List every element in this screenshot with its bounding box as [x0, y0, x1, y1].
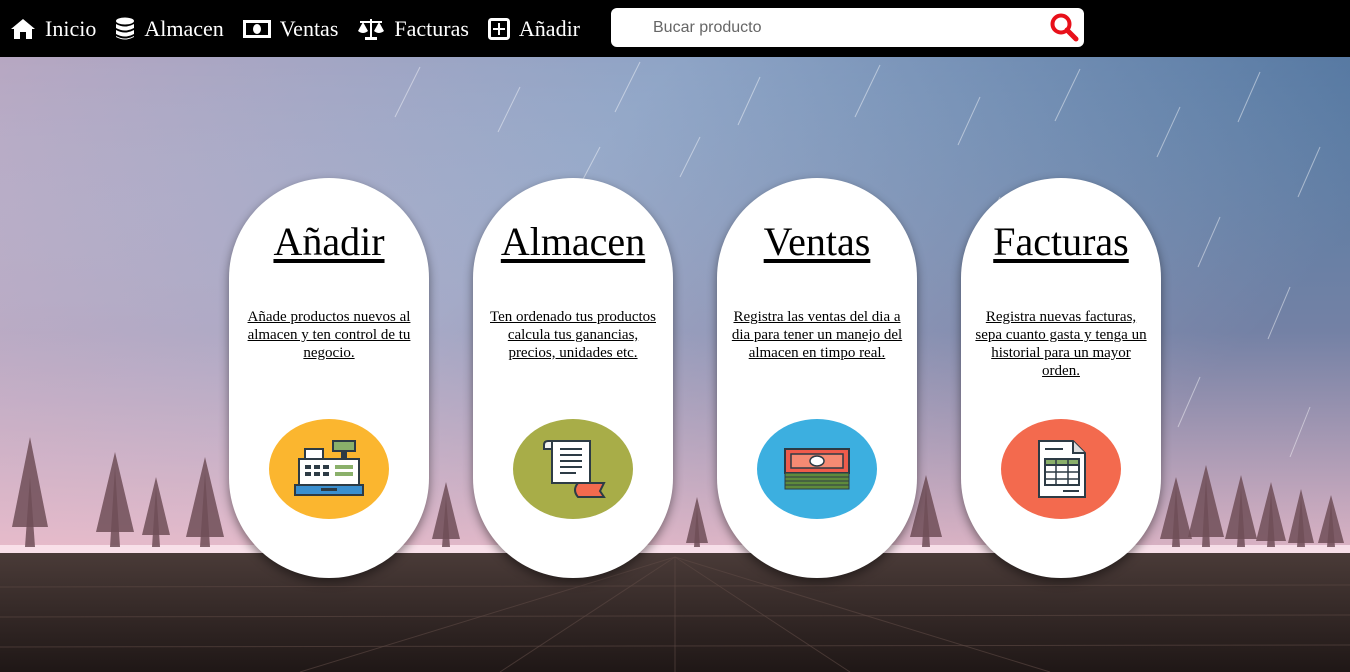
- receipt-icon: [543, 440, 606, 498]
- card-facturas[interactable]: Facturas Registra nuevas facturas, sepa …: [961, 178, 1161, 578]
- nav-item-label: Ventas: [279, 15, 339, 41]
- nav-item-anadir[interactable]: Añadir: [487, 0, 581, 57]
- nav-item-facturas[interactable]: Facturas: [357, 0, 469, 57]
- nav-item-label: Inicio: [45, 15, 97, 41]
- card-icon-badge[interactable]: [269, 419, 389, 519]
- money-stack-icon: [784, 448, 850, 490]
- card-ventas[interactable]: Ventas Registra las ventas del dia a dia…: [717, 178, 917, 578]
- nav-item-label: Almacen: [144, 15, 224, 41]
- card-icon-badge[interactable]: [513, 419, 633, 519]
- search-input[interactable]: [651, 11, 1035, 44]
- nav-item-almacen[interactable]: Almacen: [115, 0, 224, 57]
- balance-scale-icon: [358, 18, 385, 40]
- card-title[interactable]: Ventas: [717, 220, 917, 264]
- plus-square-icon: [487, 17, 510, 40]
- nav-item-ventas[interactable]: Ventas: [242, 0, 339, 57]
- invoice-sheet-icon: [1038, 440, 1086, 498]
- card-description[interactable]: Registra las ventas del dia a dia para t…: [729, 308, 905, 362]
- card-title[interactable]: Añadir: [229, 220, 429, 264]
- money-bill-icon: [242, 19, 271, 38]
- nav-item-label: Facturas: [394, 15, 469, 41]
- nav-item-label: Añadir: [518, 15, 581, 41]
- top-navbar: Inicio Almacen Ventas Facturas Añadir Bu…: [0, 0, 1350, 57]
- home-icon: [11, 18, 35, 39]
- nav-item-inicio[interactable]: Inicio: [10, 0, 96, 57]
- search-bar: [611, 8, 1084, 47]
- cash-register-icon: [294, 440, 364, 496]
- card-title[interactable]: Almacen: [473, 220, 673, 264]
- card-description[interactable]: Registra nuevas facturas, sepa cuanto ga…: [973, 308, 1149, 380]
- card-title[interactable]: Facturas: [961, 220, 1161, 264]
- search-button[interactable]: [1049, 12, 1079, 42]
- database-icon: [116, 17, 135, 39]
- card-description[interactable]: Ten ordenado tus productos calcula tus g…: [485, 308, 661, 362]
- card-anadir[interactable]: Añadir Añade productos nuevos al almacen…: [229, 178, 429, 578]
- card-icon-badge[interactable]: [1001, 419, 1121, 519]
- search-icon: [1050, 13, 1079, 42]
- card-almacen[interactable]: Almacen Ten ordenado tus productos calcu…: [473, 178, 673, 578]
- card-description[interactable]: Añade productos nuevos al almacen y ten …: [241, 308, 417, 362]
- card-icon-badge[interactable]: [757, 419, 877, 519]
